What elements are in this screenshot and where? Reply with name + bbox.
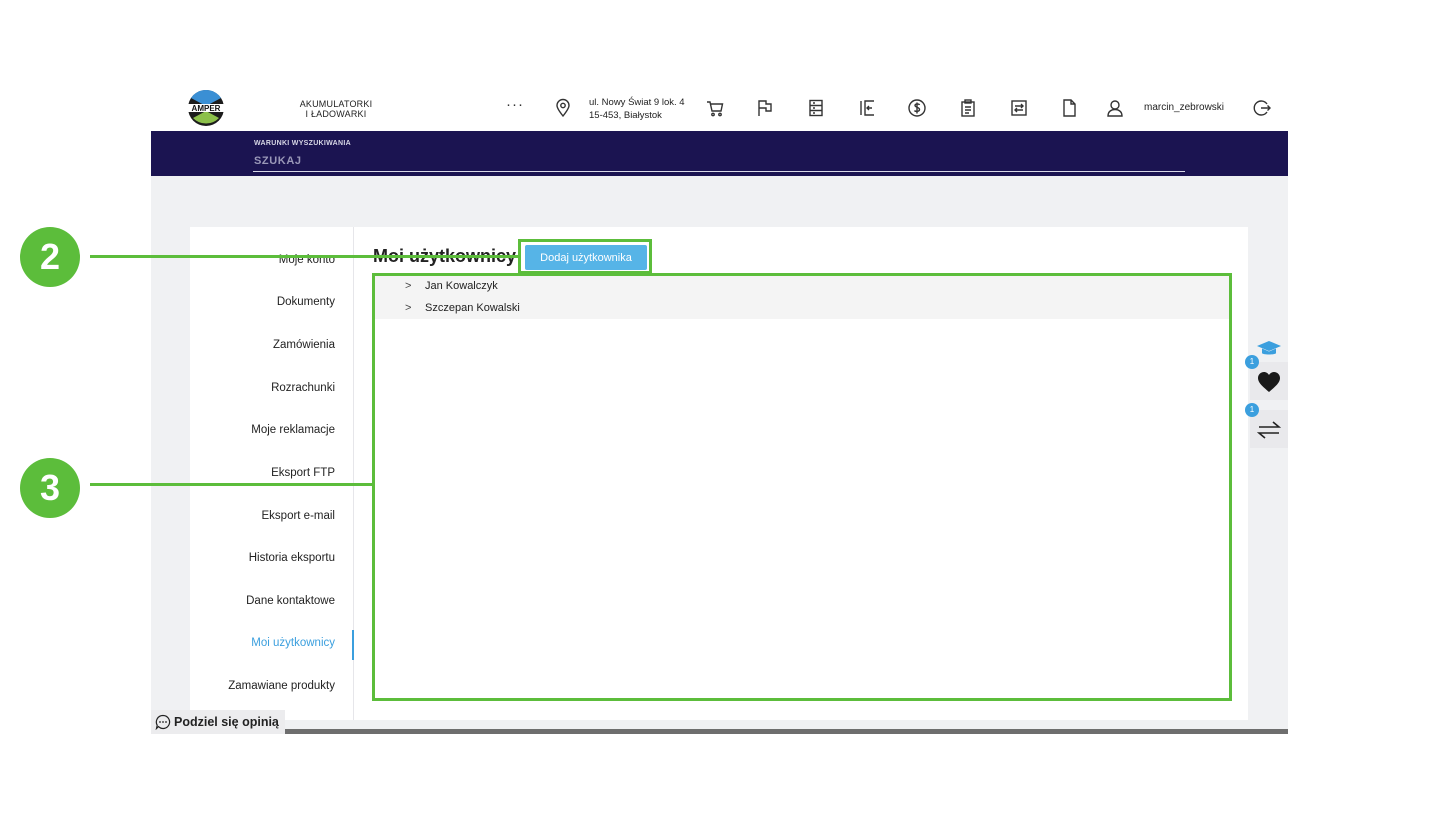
sidebar-item-moje-reklamacje[interactable]: Moje reklamacje: [251, 424, 335, 436]
dollar-icon[interactable]: [905, 96, 929, 120]
sidebar-item-zamawiane-produkty[interactable]: Zamawiane produkty: [228, 680, 335, 692]
document-icon[interactable]: [1057, 96, 1081, 120]
address-line-2: 15-453, Białystok: [589, 110, 662, 121]
return-icon[interactable]: [855, 96, 879, 120]
sidebar-item-moi-uzytkownicy[interactable]: Moi użytkownicy: [251, 637, 335, 649]
flag-icon[interactable]: [753, 96, 777, 120]
search-input[interactable]: [253, 151, 1185, 172]
search-bar: WARUNKI WYSZUKIWANIA: [151, 131, 1288, 176]
sidebar-item-dane-kontaktowe[interactable]: Dane kontaktowe: [246, 595, 335, 607]
account-sidebar: Moje konto Dokumenty Zamówienia Rozrachu…: [190, 227, 354, 720]
graduation-cap-icon[interactable]: [1255, 339, 1283, 359]
callout-box-add-button: [518, 239, 652, 274]
cart-icon[interactable]: [703, 96, 727, 120]
callout-marker-3: 3: [20, 458, 80, 518]
exchange-icon[interactable]: [1007, 96, 1031, 120]
list-icon[interactable]: [804, 96, 828, 120]
logout-icon[interactable]: [1250, 96, 1274, 120]
user-icon[interactable]: [1103, 96, 1127, 120]
category-menu[interactable]: AKUMULATORKI I ŁADOWARKI: [291, 99, 381, 119]
delivery-address[interactable]: ul. Nowy Świat 9 lok. 4 15-453, Białysto…: [589, 96, 685, 122]
sidebar-item-historia-eksportu[interactable]: Historia eksportu: [249, 552, 335, 564]
search-caption: WARUNKI WYSZUKIWANIA: [254, 140, 351, 147]
sidebar-item-eksport-ftp[interactable]: Eksport FTP: [271, 467, 335, 479]
feedback-label: Podziel się opinią: [174, 715, 279, 729]
bottom-scrollbar: [285, 729, 1288, 734]
callout-line-3: [90, 483, 374, 486]
address-line-1: ul. Nowy Świat 9 lok. 4: [589, 97, 685, 108]
sidebar-item-eksport-email[interactable]: Eksport e-mail: [262, 510, 336, 522]
clipboard-icon[interactable]: [956, 96, 980, 120]
sidebar-item-dokumenty[interactable]: Dokumenty: [277, 296, 335, 308]
category-line-1: AKUMULATORKI: [299, 99, 373, 109]
category-line-2: I ŁADOWARKI: [305, 109, 367, 119]
username-label[interactable]: marcin_zebrowski: [1144, 102, 1224, 113]
more-menu-icon[interactable]: ···: [506, 96, 524, 113]
feedback-button[interactable]: Podziel się opinią: [151, 710, 285, 734]
favorites-count-badge: 1: [1245, 355, 1259, 369]
sidebar-item-rozrachunki[interactable]: Rozrachunki: [271, 382, 335, 394]
sidebar-item-zamowienia[interactable]: Zamówienia: [273, 339, 335, 351]
callout-marker-2: 2: [20, 227, 80, 287]
compare-arrows-icon: [1257, 421, 1281, 439]
active-item-indicator: [352, 630, 354, 660]
callout-line-2: [90, 255, 520, 258]
compare-count-badge: 1: [1245, 403, 1259, 417]
amper-logo[interactable]: AMPER: [181, 89, 231, 127]
location-icon[interactable]: [551, 96, 575, 120]
chat-bubble-icon: [155, 714, 171, 730]
svg-text:AMPER: AMPER: [192, 104, 221, 113]
heart-icon: [1258, 372, 1280, 392]
callout-box-user-list: [372, 273, 1232, 701]
top-navbar: AMPER AKUMULATORKI I ŁADOWARKI ··· ul. N…: [151, 84, 1288, 131]
